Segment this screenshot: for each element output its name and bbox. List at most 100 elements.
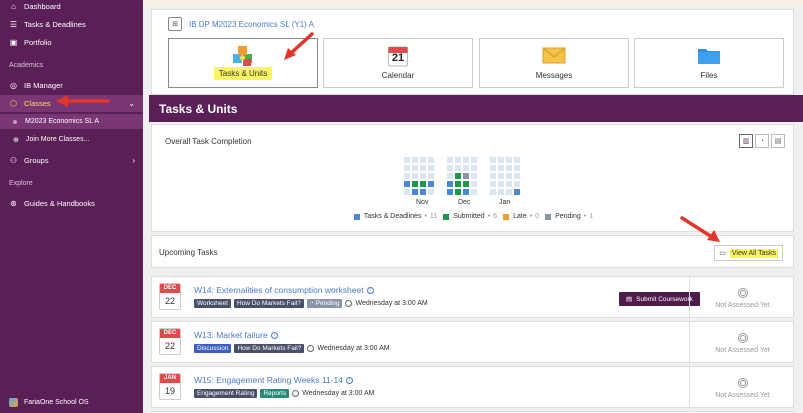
- target-icon: [737, 377, 748, 388]
- status-label: Not Assessed Yet: [715, 391, 770, 399]
- task-row[interactable]: JAN 19 W15: Engagement Rating Weeks 11-1…: [151, 366, 794, 409]
- task-row[interactable]: DEC 22 W13: Market failure i Discussion …: [151, 321, 794, 364]
- sidebar-item-portfolio[interactable]: ▣ Portfolio: [0, 34, 143, 50]
- folder-icon: [698, 49, 720, 64]
- ib-manager-icon: ◎: [10, 80, 17, 90]
- sidebar-item-label: Classes: [24, 99, 51, 108]
- tile-files[interactable]: Files: [634, 38, 784, 88]
- heatmap-cell-empty: [420, 173, 426, 179]
- task-row[interactable]: DEC 22 W14: Externalities of consumption…: [151, 276, 795, 319]
- tile-label: Calendar: [381, 71, 415, 80]
- sidebar-item-class-economics[interactable]: M2023 Economics SL A: [0, 114, 143, 129]
- task-tags: Discussion How Do Markets Fail? Wednesda…: [194, 344, 390, 353]
- heatmap-cell-empty: [412, 173, 418, 179]
- heatmap-cell-tasks-deadlines: [463, 189, 469, 195]
- heatmap-cell-empty: [447, 165, 453, 171]
- task-month: DEC: [160, 284, 180, 293]
- sidebar-item-join-classes[interactable]: ⊕ Join More Classes...: [0, 132, 143, 147]
- assessment-status: Not Assessed Yet: [689, 277, 795, 319]
- sidebar-footer[interactable]: FariaOne School OS: [0, 391, 143, 413]
- heatmap-cell-empty: [447, 157, 453, 163]
- info-icon[interactable]: i: [346, 376, 353, 384]
- heatmap-cell-empty: [471, 165, 477, 171]
- view-all-tasks-button[interactable]: ▭ View All Tasks: [714, 245, 783, 261]
- tag-worksheet: Worksheet: [194, 299, 231, 308]
- heatmap-cell-tasks-deadlines: [447, 189, 453, 195]
- sidebar-item-label: M2023 Economics SL A: [25, 118, 100, 125]
- heatmap-cell-empty: [455, 157, 461, 163]
- class-title: IB DP M2023 Economics SL (Y1) A: [189, 19, 314, 29]
- tag-pending-label: Pending: [315, 300, 340, 307]
- task-date: DEC 22: [159, 328, 181, 355]
- clock-icon: [292, 390, 300, 397]
- heatmap-cell-empty: [498, 173, 504, 179]
- task-title-link[interactable]: W15: Engagement Rating Weeks 11-14 i: [194, 375, 353, 385]
- class-header-card: ⊞ IB DP M2023 Economics SL (Y1) A Tasks …: [151, 9, 794, 95]
- heatmap-cell-submitted: [412, 181, 418, 187]
- month-label-jan: Jan: [499, 199, 511, 206]
- tile-messages[interactable]: Messages: [479, 38, 629, 88]
- tile-tasks-units[interactable]: Tasks & Units: [168, 38, 318, 88]
- info-icon[interactable]: i: [270, 331, 278, 339]
- legend-label: Late: [513, 213, 527, 220]
- task-title-link[interactable]: W14: Externalities of consumption worksh…: [194, 285, 374, 295]
- status-label: Not Assessed Yet: [715, 346, 770, 354]
- sidebar-item-dashboard[interactable]: ⌂ Dashboard: [0, 0, 143, 14]
- heatmap-cell-tasks-deadlines: [428, 181, 434, 187]
- plus-circle-icon: ⊕: [13, 136, 19, 144]
- sidebar-item-tasks-deadlines[interactable]: ☰ Tasks & Deadlines: [0, 16, 143, 32]
- sidebar-item-ib-manager[interactable]: ◎ IB Manager: [0, 77, 143, 93]
- heatmap-cell-empty: [498, 189, 504, 195]
- sidebar: ⌂ Dashboard ☰ Tasks & Deadlines ▣ Portfo…: [0, 0, 143, 413]
- calendar-day: 21: [391, 52, 405, 64]
- heatmap-cell-pending: [463, 173, 469, 179]
- heatmap-cell-empty: [490, 157, 496, 163]
- legend-item-submitted: Submitted • 6: [443, 213, 497, 220]
- info-icon[interactable]: i: [366, 286, 374, 294]
- clock-icon: [307, 345, 315, 352]
- task-title-link[interactable]: W13: Market failure i: [194, 330, 278, 340]
- sidebar-item-classes[interactable]: ⬡ Classes ⌄: [0, 95, 143, 112]
- task-month: JAN: [160, 374, 180, 383]
- legend-count: 0: [535, 213, 540, 220]
- legend-label: Pending: [555, 213, 581, 220]
- submit-coursework-button[interactable]: ▤ Submit Coursework: [619, 292, 700, 306]
- globe-icon: ⊛: [10, 198, 17, 208]
- legend-swatch: [545, 213, 552, 220]
- heatmap-cell-empty: [490, 165, 496, 171]
- tag-discussion: Discussion: [194, 344, 232, 353]
- upload-icon: ▤: [626, 296, 633, 303]
- due-label: Wednesday at 3:00 AM: [302, 390, 375, 397]
- main-content: ⊞ IB DP M2023 Economics SL (Y1) A Tasks …: [143, 0, 803, 413]
- sidebar-item-guides[interactable]: ⊛ Guides & Handbooks: [0, 195, 143, 211]
- heatmap-cell-submitted: [455, 181, 461, 187]
- task-due: Wednesday at 3:00 AM: [292, 390, 374, 397]
- legend-swatch: [353, 213, 360, 220]
- task-due: Wednesday at 3:00 AM: [307, 345, 390, 352]
- completion-card: Overall Task Completion ▥ ◔ ▤ Nov Dec Ja…: [151, 124, 794, 232]
- heatmap-cell-submitted: [455, 189, 461, 195]
- heatmap-cell-empty: [428, 173, 434, 179]
- heatmap-cell-empty: [514, 157, 520, 163]
- task-title: W14: Externalities of consumption worksh…: [194, 285, 364, 295]
- grid-icon: ⊞: [168, 17, 182, 31]
- calendar-small-icon: ▭: [719, 250, 726, 257]
- clock-icon: [345, 300, 353, 307]
- chevron-down-icon: ⌄: [128, 99, 135, 108]
- heatmap-cell-empty: [412, 165, 418, 171]
- heatmap-cell-empty: [490, 173, 496, 179]
- heatmap-cell-empty: [471, 157, 477, 163]
- legend-item-late: Late • 0: [503, 213, 539, 220]
- sidebar-item-groups[interactable]: ⚇ Groups ›: [0, 152, 143, 168]
- heatmap-cell-tasks-deadlines: [447, 181, 453, 187]
- due-label: Wednesday at 3:00 AM: [317, 345, 390, 352]
- tile-calendar[interactable]: 21 Calendar: [323, 38, 473, 88]
- heatmap-cell-tasks-deadlines: [412, 189, 418, 195]
- legend-swatch: [503, 213, 510, 220]
- heatmap-cell-empty: [404, 165, 410, 171]
- heatmap-cell-empty: [428, 189, 434, 195]
- legend-label: Tasks & Deadlines: [363, 213, 422, 220]
- task-title: W13: Market failure: [194, 330, 268, 340]
- heatmap-cell-empty: [447, 173, 453, 179]
- class-title-link[interactable]: ⊞ IB DP M2023 Economics SL (Y1) A: [168, 17, 314, 31]
